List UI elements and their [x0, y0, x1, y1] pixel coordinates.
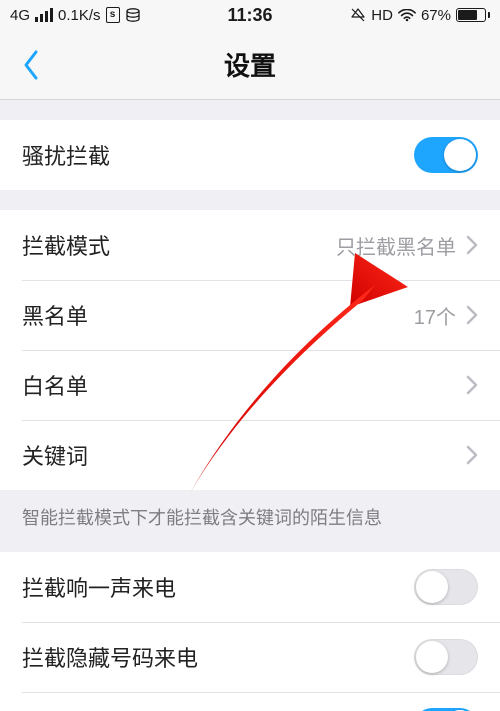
group-call-toggles: 拦截响一声来电 拦截隐藏号码来电 拦截提示 — [0, 552, 500, 711]
label-one-ring: 拦截响一声来电 — [22, 571, 176, 603]
signal-icon — [35, 8, 53, 22]
hd-label: HD — [371, 7, 393, 24]
row-whitelist[interactable]: 白名单 — [0, 350, 500, 420]
footnote-keywords: 智能拦截模式下才能拦截含关键词的陌生信息 — [0, 490, 500, 544]
chevron-left-icon — [22, 48, 42, 82]
chevron-right-icon — [466, 235, 478, 255]
clock: 11:36 — [227, 5, 272, 26]
row-one-ring[interactable]: 拦截响一声来电 — [0, 552, 500, 622]
row-blacklist[interactable]: 黑名单 17个 — [0, 280, 500, 350]
chevron-right-icon — [466, 445, 478, 465]
group-block-settings: 拦截模式 只拦截黑名单 黑名单 17个 白名单 关键词 — [0, 210, 500, 490]
data-stack-icon — [125, 7, 141, 23]
label-block-mode: 拦截模式 — [22, 229, 110, 261]
chevron-right-icon — [466, 375, 478, 395]
row-keywords[interactable]: 关键词 — [0, 420, 500, 490]
network-label: 4G — [10, 7, 30, 24]
chevron-right-icon — [466, 305, 478, 325]
switch-one-ring[interactable] — [414, 569, 478, 605]
value-block-mode: 只拦截黑名单 — [336, 231, 456, 260]
battery-icon — [456, 8, 490, 22]
label-block-toggle: 骚扰拦截 — [22, 139, 110, 171]
back-button[interactable] — [18, 45, 46, 85]
wifi-icon — [398, 9, 416, 22]
row-block-alert[interactable]: 拦截提示 — [0, 692, 500, 711]
switch-block-toggle[interactable] — [414, 137, 478, 173]
row-hidden-number[interactable]: 拦截隐藏号码来电 — [0, 622, 500, 692]
row-block-mode[interactable]: 拦截模式 只拦截黑名单 — [0, 210, 500, 280]
label-whitelist: 白名单 — [22, 369, 88, 401]
label-hidden-number: 拦截隐藏号码来电 — [22, 641, 198, 673]
label-blacklist: 黑名单 — [22, 299, 88, 331]
status-bar: 4G 0.1K/s s 11:36 HD 67% — [0, 0, 500, 30]
switch-hidden-number[interactable] — [414, 639, 478, 675]
value-blacklist: 17个 — [414, 301, 456, 330]
nav-header: 设置 — [0, 30, 500, 100]
battery-pct: 67% — [421, 7, 451, 24]
label-keywords: 关键词 — [22, 439, 88, 471]
page-title: 设置 — [224, 46, 276, 83]
no-alert-icon — [350, 7, 366, 23]
sim-icon: s — [106, 7, 120, 23]
row-block-toggle[interactable]: 骚扰拦截 — [0, 120, 500, 190]
group-block-toggle: 骚扰拦截 — [0, 120, 500, 190]
data-speed: 0.1K/s — [58, 7, 101, 24]
